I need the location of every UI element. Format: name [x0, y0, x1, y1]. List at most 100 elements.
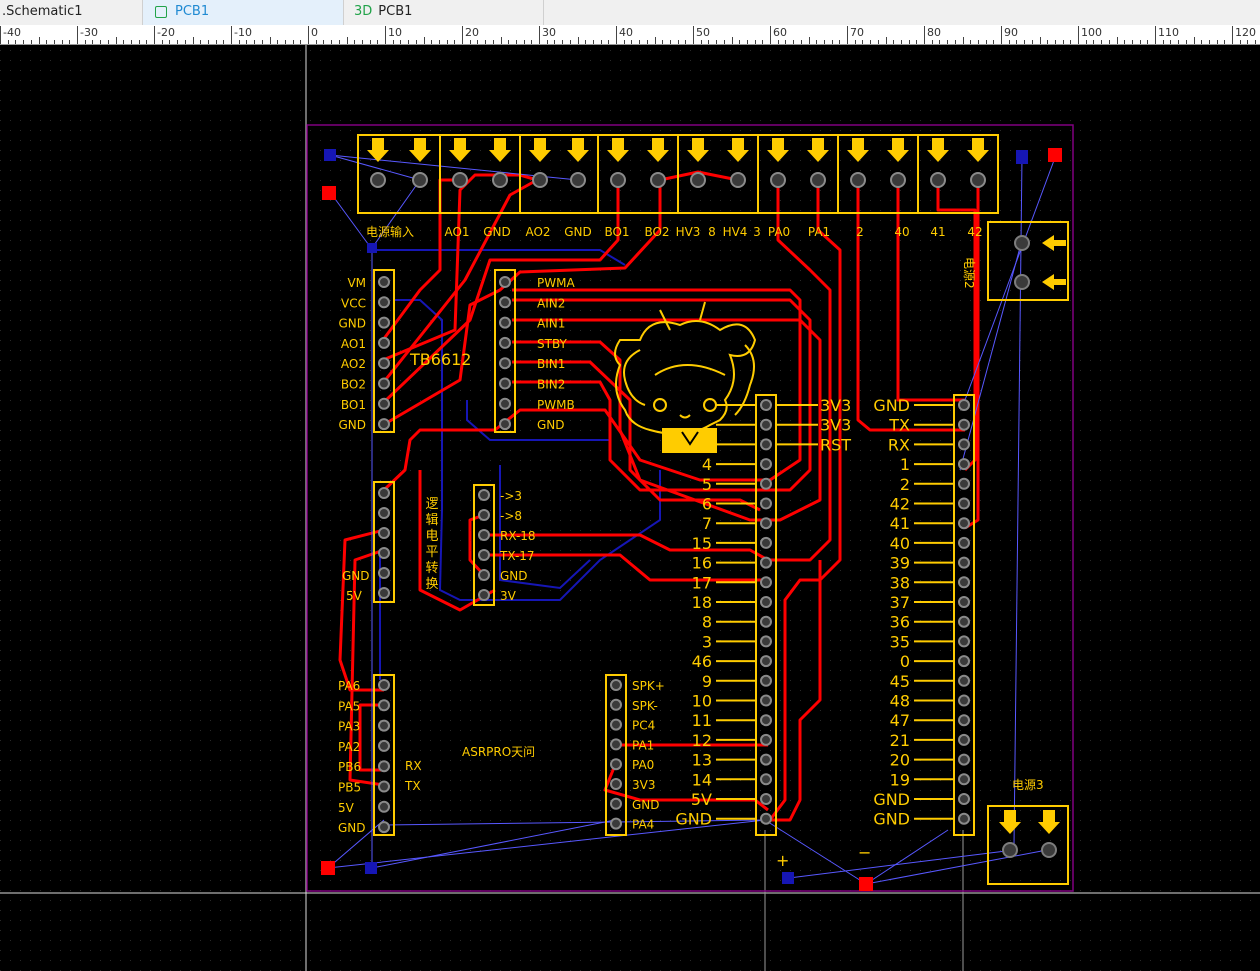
ruler-tick: [608, 40, 610, 44]
ruler-tick: [1193, 37, 1195, 44]
ruler-label: 40: [619, 26, 633, 39]
ruler-tick: [392, 40, 394, 44]
pin-pad: [378, 719, 390, 732]
ruler-tick: [123, 40, 125, 44]
ruler-tick: [415, 40, 417, 44]
ruler-tick: [1101, 40, 1103, 44]
level-shifter-pin-label: ->8: [500, 509, 522, 523]
esp32-left-pin-label: 14: [692, 770, 712, 789]
pin-pad: [958, 556, 970, 569]
pcb-canvas[interactable]: 电源输入 AO1 GND AO2 GND BO1 BO2 HV3 8 HV4 3 PA0 PA1 2 40 4…: [0, 45, 1260, 971]
pin-pad: [760, 576, 772, 589]
esp32-left-pin-label: 16: [692, 554, 712, 573]
pin-pad: [760, 753, 772, 766]
pin-pad: [760, 399, 772, 411]
ruler-tick: [754, 40, 756, 44]
ruler-tick: [870, 40, 872, 44]
pin-pad: [478, 489, 490, 501]
power2-label: 电源2: [962, 257, 976, 289]
horizontal-ruler[interactable]: -40 -30 -20 -10 0 10 20 30 40 50 60 70 80 90 100 110 120: [0, 25, 1260, 45]
pin-pad: [760, 556, 772, 569]
ruler-tick: [808, 37, 810, 44]
esp32-right-pin-label: 42: [890, 495, 910, 514]
esp32-left-pin-label: 5V: [691, 790, 712, 809]
pin-pad: [378, 800, 390, 813]
tab-pcb[interactable]: PCB1: [143, 0, 344, 25]
ruler-tick: [1008, 40, 1010, 44]
pin-pad: [760, 733, 772, 746]
ruler-tick: [793, 40, 795, 44]
pin-pad: [378, 699, 390, 712]
ruler-tick: [92, 40, 94, 44]
ruler-tick: [1108, 40, 1110, 44]
ruler-tick: [46, 40, 48, 44]
esp32-left-pin-label: 9: [702, 672, 712, 691]
ruler-label: 0: [311, 26, 318, 39]
pin-pad: [378, 487, 390, 499]
ruler-tick: [308, 26, 309, 44]
power-pin-label: GND: [342, 569, 370, 583]
ruler-label: 80: [927, 26, 941, 39]
esp32-left-pin-label: 10: [692, 692, 712, 711]
ruler-tick: [169, 40, 171, 44]
ruler-tick: [1224, 40, 1226, 44]
ruler-tick: [1024, 40, 1026, 44]
tb6612-pin-label: BO1: [341, 398, 366, 412]
tb6612-pin-label: VM: [347, 276, 366, 290]
esp32-right-pin-label: GND: [873, 790, 910, 809]
tab-pcb-label: PCB1: [175, 4, 210, 19]
level-shifter-pin-label: TX-17: [499, 549, 535, 563]
ruler-tick: [238, 40, 240, 44]
ruler-tick: [192, 37, 194, 44]
ruler-tick: [639, 40, 641, 44]
tab-3d[interactable]: 3D PCB1: [344, 0, 544, 25]
esp32-right-pin-label: 45: [890, 672, 910, 691]
pin-pad: [958, 517, 970, 530]
ruler-tick: [277, 40, 279, 44]
pin-pad: [412, 172, 428, 188]
pin-pad: [378, 296, 390, 309]
pin-pad: [378, 357, 390, 370]
ruler-tick: [284, 40, 286, 44]
ruler-tick: [1001, 26, 1002, 44]
ruler-tick: [1085, 40, 1087, 44]
speaker-pin-label: PC4: [632, 719, 655, 733]
tb6612-control-pin-label: STBY: [537, 337, 568, 351]
pin-pad: [958, 477, 970, 490]
mascot-body: [662, 428, 717, 453]
plus-label: +: [776, 851, 789, 870]
esp32-left-pin-label: 8: [702, 613, 712, 632]
ruler-label: -40: [3, 26, 21, 39]
ruler-tick: [300, 40, 302, 44]
esp32-left-pin-label: GND: [675, 810, 712, 829]
tb6612-pin-label: BO2: [341, 378, 366, 392]
top-terminal-label: GND: [564, 225, 592, 239]
ruler-tick: [161, 40, 163, 44]
level-shift-char: 电: [425, 529, 438, 544]
pin-pad: [958, 596, 970, 608]
ruler-tick: [462, 26, 463, 44]
asrpro-pin-label: PB6: [338, 760, 361, 774]
esp32-right-pin-label: 21: [890, 731, 910, 750]
pin-pad: [378, 418, 390, 431]
pin-pad: [378, 567, 390, 579]
ruler-tick: [500, 37, 502, 44]
ruler-tick: [669, 40, 671, 44]
ruler-tick: [130, 40, 132, 44]
asrpro-pin-label: PA3: [338, 720, 360, 734]
tx-label: TX: [404, 779, 421, 793]
pin-pad: [378, 587, 390, 599]
ruler-tick: [993, 40, 995, 44]
pin-pad: [850, 172, 866, 188]
top-terminal-label: PA0: [768, 225, 790, 239]
pin-pad: [760, 714, 772, 727]
pin-pad: [958, 694, 970, 707]
ruler-tick: [431, 40, 433, 44]
pin-pad: [958, 458, 970, 471]
ruler-tick: [1093, 40, 1095, 44]
pin-pad: [760, 812, 772, 825]
level-shift-char: 平: [425, 545, 438, 560]
top-terminal-label: AO1: [444, 225, 469, 239]
esp32-right-pin-label: TX: [888, 416, 910, 435]
tab-schematic[interactable]: .Schematic1: [0, 0, 143, 25]
